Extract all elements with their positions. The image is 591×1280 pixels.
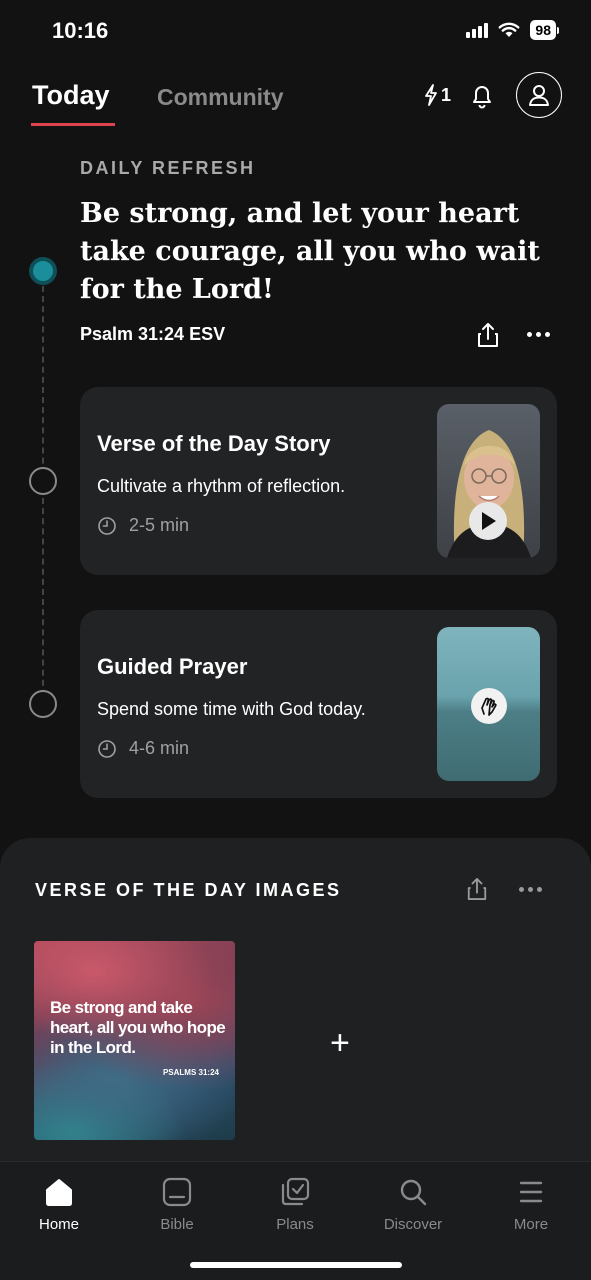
card-description: Cultivate a rhythm of reflection.	[97, 476, 346, 496]
nav-bible[interactable]: Bible	[132, 1174, 222, 1233]
votd-share-button[interactable]	[466, 877, 488, 906]
status-icons: 98	[466, 20, 559, 40]
votd-more-button[interactable]	[519, 887, 542, 892]
card-duration: 2-5 min	[97, 515, 189, 536]
verse-story-card[interactable]: Verse of the Day Story Cultivate a rhyth…	[80, 387, 557, 575]
nav-label: Bible	[160, 1216, 194, 1233]
daily-verse-reference[interactable]: Psalm 31:24 ESV	[80, 324, 225, 345]
menu-icon	[519, 1181, 543, 1203]
status-bar: 10:16 98	[0, 0, 591, 60]
profile-button[interactable]	[516, 72, 562, 118]
home-indicator	[190, 1262, 402, 1268]
search-icon	[400, 1179, 427, 1206]
signal-icon	[466, 22, 489, 38]
more-dot	[537, 887, 542, 892]
streak-icon	[425, 84, 437, 106]
play-button[interactable]	[469, 502, 507, 540]
nav-plans[interactable]: Plans	[250, 1174, 340, 1233]
prayer-thumbnail[interactable]	[437, 627, 540, 781]
tab-today[interactable]: Today	[32, 80, 110, 111]
card-title: Verse of the Day Story	[97, 431, 331, 456]
tab-active-indicator	[31, 123, 115, 126]
card-title: Guided Prayer	[97, 654, 248, 679]
verse-share-button[interactable]	[476, 322, 500, 353]
nav-home[interactable]: Home	[14, 1174, 104, 1233]
nav-label: Plans	[276, 1216, 314, 1233]
bell-icon	[473, 86, 491, 109]
card-duration: 4-6 min	[97, 738, 189, 759]
streak-button[interactable]: 1	[424, 84, 451, 106]
notifications-button[interactable]	[469, 83, 495, 114]
play-icon	[482, 512, 496, 530]
prayer-button[interactable]	[471, 688, 507, 724]
card-duration-text: 4-6 min	[129, 738, 190, 758]
timeline-dot-story	[29, 467, 57, 495]
more-dot	[519, 887, 524, 892]
share-icon	[478, 323, 498, 347]
timeline-dot-prayer	[29, 690, 57, 718]
guided-prayer-card[interactable]: Guided Prayer Spend some time with God t…	[80, 610, 557, 798]
votd-image-reference: PSALMS 31:24	[162, 1068, 219, 1077]
clock-icon	[98, 739, 116, 758]
nav-label: Discover	[383, 1216, 443, 1233]
story-thumbnail[interactable]	[437, 404, 540, 558]
more-dot	[527, 332, 532, 337]
add-image-button[interactable]: +	[330, 1024, 350, 1063]
votd-image[interactable]: Be strong and take heart, all you who ho…	[34, 941, 235, 1140]
more-dot	[536, 332, 541, 337]
plans-icon	[281, 1177, 310, 1206]
more-dot	[545, 332, 550, 337]
clock-icon	[98, 516, 116, 535]
status-time: 10:16	[52, 18, 109, 43]
header: Today Community 1	[0, 72, 591, 132]
praying-hands-icon	[481, 697, 497, 716]
battery-indicator: 98	[530, 20, 556, 40]
nav-label: More	[513, 1216, 549, 1233]
home-icon	[46, 1179, 72, 1206]
bible-icon	[162, 1177, 192, 1207]
daily-verse-text[interactable]: Be strong, and let your heart take coura…	[80, 195, 550, 309]
streak-count: 1	[441, 84, 452, 105]
tab-community[interactable]: Community	[157, 84, 284, 111]
nav-label: Home	[38, 1216, 79, 1233]
timeline-dot-active	[29, 257, 57, 285]
votd-images-title: VERSE OF THE DAY IMAGES	[35, 880, 342, 900]
card-description: Spend some time with God today.	[97, 699, 366, 719]
card-duration-text: 2-5 min	[129, 515, 190, 535]
profile-icon	[529, 85, 549, 106]
share-icon	[467, 878, 487, 900]
battery-tip	[557, 26, 559, 34]
more-dot	[528, 887, 533, 892]
nav-more[interactable]: More	[486, 1174, 576, 1233]
daily-refresh-label: DAILY REFRESH	[80, 158, 256, 178]
verse-more-button[interactable]	[527, 332, 550, 337]
votd-images-panel: VERSE OF THE DAY IMAGES Be strong and ta…	[0, 838, 591, 1168]
nav-discover[interactable]: Discover	[368, 1174, 458, 1233]
wifi-icon	[499, 22, 520, 37]
timeline-line	[42, 286, 44, 706]
votd-image-text: Be strong and take heart, all you who ho…	[50, 998, 226, 1057]
